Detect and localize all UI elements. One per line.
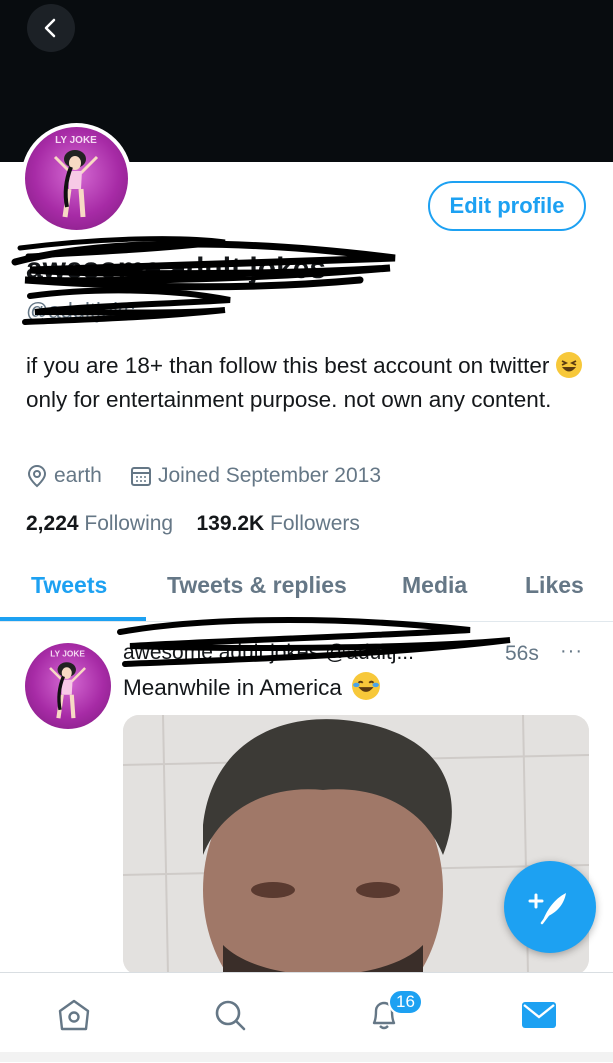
tweet-text-content: Meanwhile in America [123,675,342,700]
following-label: Following [84,512,174,535]
back-button[interactable] [27,4,75,52]
location-pin-icon [27,464,47,488]
home-icon[interactable] [56,997,92,1033]
messages-icon[interactable] [520,997,558,1033]
home-indicator-bar [0,1052,613,1062]
profile-stats: 2,224 Following 139.2K Followers [26,512,360,536]
tweet-timestamp: 56s [505,642,539,665]
svg-text:LY JOKE: LY JOKE [50,648,85,658]
tab-media[interactable]: Media [402,572,467,599]
calendar-icon [131,467,151,486]
svg-text:LY JOKE: LY JOKE [55,135,97,146]
profile-bio: if you are 18+ than follow this best acc… [26,349,586,417]
followers-link[interactable]: 139.2K Followers [196,512,359,535]
grinning-squinting-face-icon [555,352,582,378]
notifications-badge: 16 [388,989,423,1015]
avatar-cartoon-image: LY JOKE [49,648,87,719]
following-count: 2,224 [26,512,79,535]
search-icon[interactable] [212,997,248,1033]
joined-text: Joined September 2013 [158,464,381,487]
location-text: earth [54,464,102,487]
following-link[interactable]: 2,224 Following [26,512,173,535]
tab-tweets[interactable]: Tweets [31,572,107,599]
profile-avatar[interactable]: LY JOKE [21,123,132,234]
bio-text-1: if you are 18+ than follow this best acc… [26,353,550,378]
avatar-cartoon-image: LY JOKE [53,135,99,218]
compose-tweet-button[interactable] [504,861,596,953]
tab-tweets-replies[interactable]: Tweets & replies [167,572,347,599]
tab-likes[interactable]: Likes [525,572,584,599]
tweet-more-button[interactable]: ··· [560,640,583,663]
tweet-text: Meanwhile in America [123,672,381,701]
followers-label: Followers [270,512,360,535]
followers-count: 139.2K [196,512,265,535]
compose-feather-icon [528,893,566,925]
profile-joined: Joined September 2013 [130,464,381,488]
bottom-navigation: 16 [0,972,613,1063]
tabs-divider [0,621,613,622]
bio-text-2: only for entertainment purpose. not own … [26,387,552,412]
edit-profile-button[interactable]: Edit profile [428,181,586,231]
tweet-author-avatar[interactable]: LY JOKE [25,643,111,729]
profile-handle[interactable]: @adultjoks [26,298,135,324]
face-with-tears-of-joy-icon [352,672,381,700]
profile-name: awesome adult jokes [26,252,327,285]
chevron-left-icon [44,18,56,38]
profile-location: earth [26,464,102,488]
tweet-author[interactable]: awesome adult jokes @adultj... [123,641,414,665]
